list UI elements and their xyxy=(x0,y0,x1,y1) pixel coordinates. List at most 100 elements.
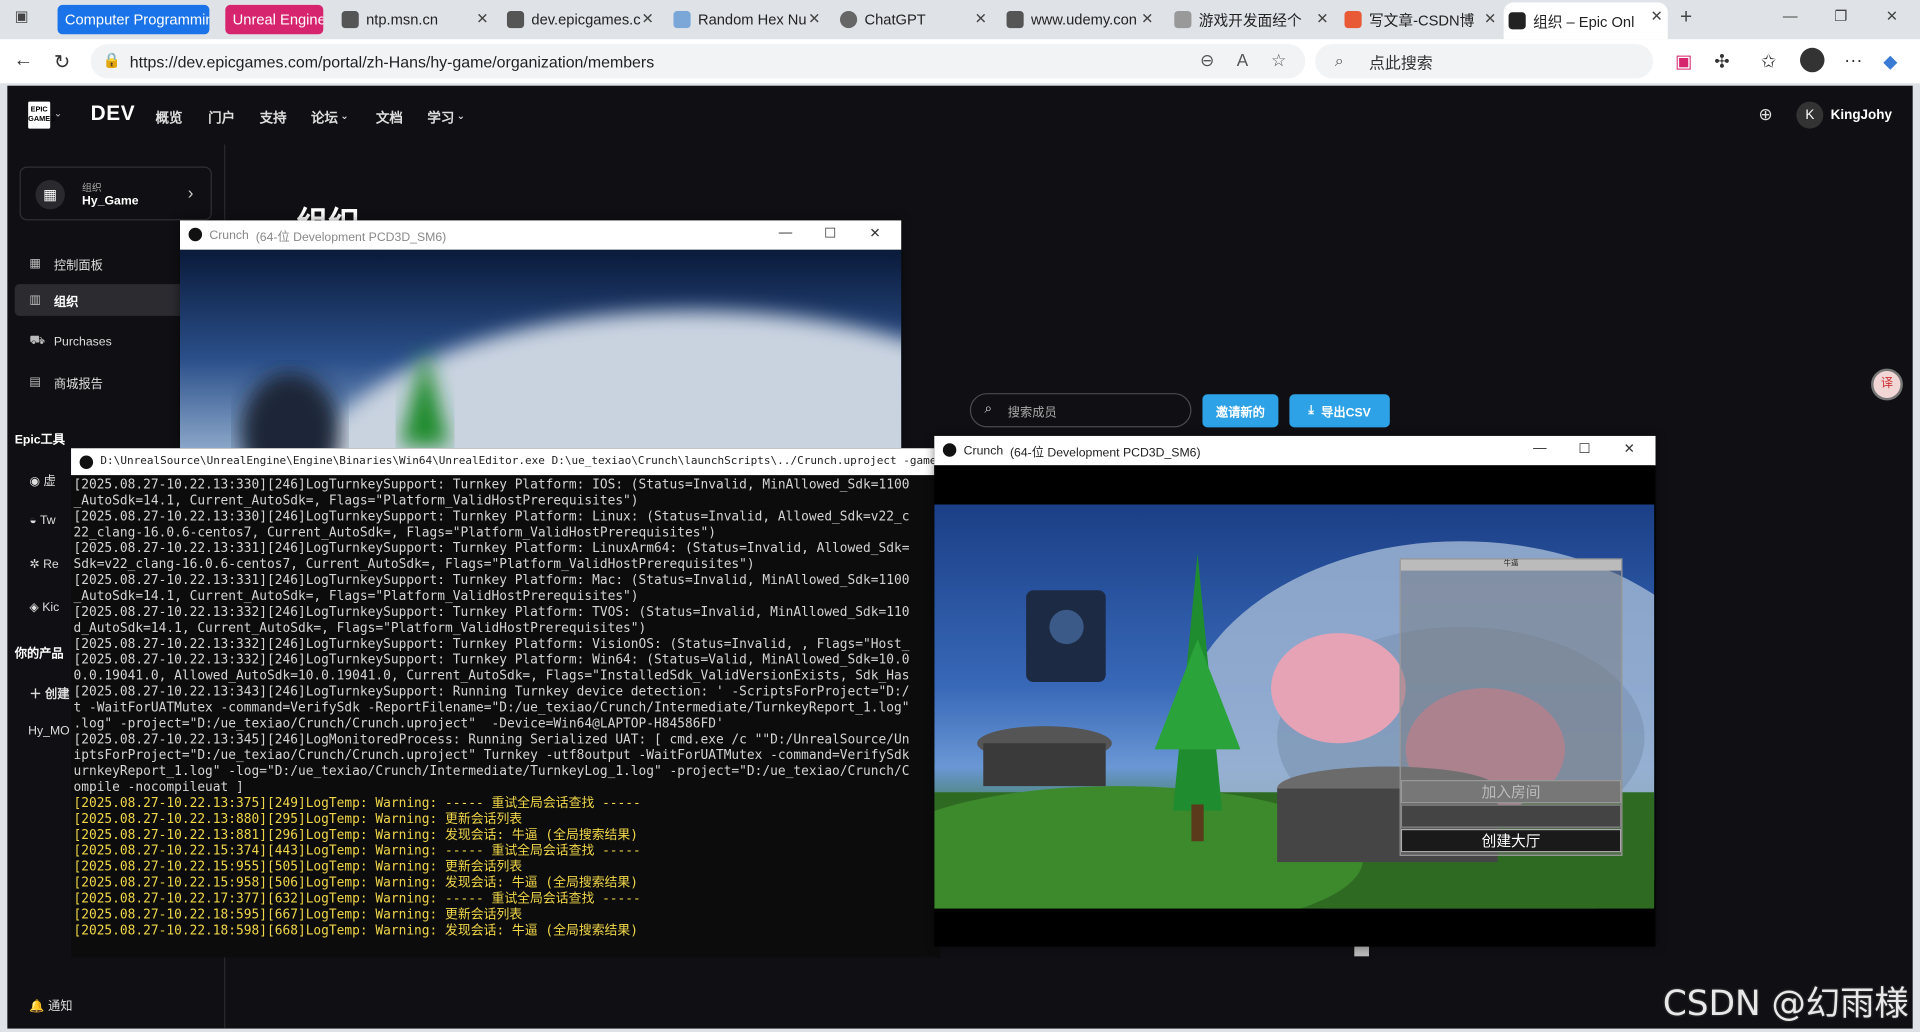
tool-label: Tw xyxy=(39,514,56,528)
new-tab-icon[interactable]: + xyxy=(1680,5,1692,29)
create-label: 创建 xyxy=(45,688,70,702)
export-csv-button[interactable]: ⤓ 导出CSV xyxy=(1289,394,1390,428)
products-header: 你的产品 xyxy=(14,647,64,662)
chevron-down-icon[interactable]: ⌄ xyxy=(340,110,348,121)
create-lobby-button[interactable]: 创建大厅 xyxy=(1400,828,1622,853)
game-area[interactable]: 牛逼 加入房间 创建大厅 xyxy=(934,465,1655,947)
globe-icon[interactable]: ⊕ xyxy=(1758,104,1772,125)
tab-actions-icon[interactable]: ▣ xyxy=(15,7,29,24)
member-search-placeholder: 搜索成员 xyxy=(1007,405,1057,420)
maximize-icon[interactable]: ☐ xyxy=(824,225,836,242)
tool-item[interactable]: ✲ Re xyxy=(29,558,58,571)
tab-ntp-msn[interactable]: ntp.msn.cn ✕ xyxy=(337,5,494,34)
session-name-input[interactable] xyxy=(1400,804,1622,828)
tab-epic-org[interactable]: 组织 – Epic Onl ✕ xyxy=(1503,2,1668,40)
profile-avatar[interactable] xyxy=(1800,47,1825,73)
invite-button[interactable]: 邀请新的 xyxy=(1202,394,1279,428)
close-icon[interactable]: ✕ xyxy=(808,10,820,27)
restore-icon[interactable]: ❐ xyxy=(1834,7,1847,24)
game-viewport-blurred[interactable] xyxy=(180,249,902,449)
sidebar-item-dashboard[interactable]: ▦ 控制面板 xyxy=(15,247,186,279)
page-icon xyxy=(1174,11,1192,29)
zoom-icon[interactable]: ⊖ xyxy=(1200,50,1214,71)
unreal-icon xyxy=(188,227,203,242)
building-icon: ▥ xyxy=(29,293,41,307)
favorites-icon[interactable]: ✩ xyxy=(1761,50,1776,72)
tab-chatgpt[interactable]: ChatGPT ✕ xyxy=(835,5,992,34)
maximize-icon[interactable]: ☐ xyxy=(1578,441,1590,457)
floating-assistant-icon[interactable]: 译 xyxy=(1871,368,1903,401)
close-icon[interactable]: ✕ xyxy=(1484,10,1496,27)
chevron-down-icon[interactable]: ⌄ xyxy=(54,108,62,119)
tab-dev-epicgames[interactable]: dev.epicgames.c ✕ xyxy=(502,5,659,34)
refresh-icon[interactable]: ↻ xyxy=(54,50,70,74)
org-switcher[interactable]: ▦ 组织 Hy_Game › xyxy=(19,166,212,221)
close-icon[interactable]: ✕ xyxy=(476,10,488,27)
nav-support[interactable]: 支持 xyxy=(260,108,287,128)
epic-logo[interactable]: EPIC GAMES xyxy=(28,101,55,129)
chatgpt-icon xyxy=(840,11,858,29)
close-icon[interactable]: ✕ xyxy=(1316,10,1328,27)
minimize-icon[interactable]: — xyxy=(779,225,792,240)
join-room-button[interactable]: 加入房间 xyxy=(1400,780,1622,804)
more-icon[interactable]: ··· xyxy=(1844,50,1862,71)
tool-item[interactable]: ◈ Kic xyxy=(29,601,59,614)
username[interactable]: KingJohy xyxy=(1831,108,1892,123)
avatar[interactable]: K xyxy=(1796,101,1824,129)
nav-docs[interactable]: 文档 xyxy=(376,108,403,128)
console-line: Sdk=v22_clang-16.0.6-centos7, Current_Au… xyxy=(73,557,755,572)
tab-udemy[interactable]: www.udemy.con ✕ xyxy=(1002,5,1159,34)
close-icon[interactable]: ✕ xyxy=(1624,441,1635,457)
notifications-item[interactable]: 🔔 通知 xyxy=(29,996,72,1013)
close-icon[interactable]: ✕ xyxy=(975,10,987,27)
minimize-icon[interactable]: — xyxy=(1783,7,1798,24)
translate-icon[interactable]: ▣ xyxy=(1675,50,1692,72)
tab-random-hex[interactable]: Random Hex Nu ✕ xyxy=(669,5,826,34)
url-text[interactable]: https://dev.epicgames.com/portal/zh-Hans… xyxy=(130,52,654,70)
copilot-icon[interactable]: ◆ xyxy=(1883,50,1897,72)
minimize-icon[interactable]: — xyxy=(1533,441,1546,456)
game-window-front[interactable]: Crunch (64-位 Development PCD3D_SM6) — ☐ … xyxy=(934,435,1656,947)
back-icon[interactable]: ← xyxy=(13,50,33,72)
tab-unreal-engine[interactable]: Unreal Engine xyxy=(225,4,324,35)
close-icon[interactable]: ✕ xyxy=(1651,7,1663,24)
tab-computer-programming[interactable]: Computer Programmin xyxy=(57,4,210,35)
close-icon[interactable]: ✕ xyxy=(869,225,880,242)
tab-game-dev[interactable]: 游戏开发面经个 ✕ xyxy=(1169,5,1333,34)
chevron-down-icon[interactable]: ⌄ xyxy=(457,110,465,121)
close-icon[interactable]: ✕ xyxy=(642,10,654,27)
create-product-button[interactable]: ＋ 创建 xyxy=(29,683,69,701)
read-aloud-icon[interactable]: A xyxy=(1237,50,1248,70)
favorite-star-icon[interactable]: ☆ xyxy=(1271,50,1286,71)
tool-item[interactable]: ◉ 虚 xyxy=(29,470,55,488)
product-item[interactable]: Hy_MO xyxy=(28,725,70,738)
window-titlebar[interactable]: Crunch (64-位 Development PCD3D_SM6) — ☐ … xyxy=(934,435,1656,466)
browser-search[interactable]: ⌕ 点此搜索 xyxy=(1315,44,1654,79)
game-window-back[interactable]: Crunch (64-位 Development PCD3D_SM6) — ☐ … xyxy=(180,220,902,449)
sidebar-item-store-report[interactable]: ▤ 商城报告 xyxy=(15,366,186,398)
sidebar-item-organization[interactable]: ▥ 组织 xyxy=(14,284,187,316)
tool-item[interactable]: ◒ Tw xyxy=(29,514,55,527)
address-bar[interactable]: 🔒 https://dev.epicgames.com/portal/zh-Ha… xyxy=(90,44,1306,79)
console-line: d_AutoSdk=14.1, Current_AutoSdk=, Flags=… xyxy=(73,620,647,636)
console-log: [2025.08.27-10.22.13:330][246]LogTurnkey… xyxy=(73,478,940,940)
tab-csdn[interactable]: 写文章-CSDN博 ✕ xyxy=(1340,5,1502,34)
nav-overview[interactable]: 概览 xyxy=(156,108,183,128)
nav-forum[interactable]: 论坛 xyxy=(311,108,338,128)
close-icon[interactable]: ✕ xyxy=(1141,10,1153,27)
sidebar-item-label: Purchases xyxy=(53,334,112,349)
game-viewport[interactable]: 牛逼 加入房间 创建大厅 xyxy=(934,504,1655,909)
close-window-icon[interactable]: ✕ xyxy=(1886,7,1898,24)
sidebar-item-purchases[interactable]: ⛟ Purchases xyxy=(15,326,186,358)
console-scrollbar[interactable] xyxy=(1354,945,1369,957)
window-titlebar[interactable]: Crunch (64-位 Development PCD3D_SM6) — ☐ … xyxy=(180,220,902,250)
dev-brand[interactable]: DEV xyxy=(91,102,136,126)
session-name[interactable]: 牛逼 xyxy=(1400,559,1622,571)
nav-learn[interactable]: 学习 xyxy=(427,108,454,128)
console-window[interactable]: D:\UnrealSource\UnrealEngine\Engine\Bina… xyxy=(71,448,941,958)
member-search-input[interactable]: ⌕ 搜索成员 xyxy=(969,393,1192,428)
console-line: _AutoSdk=14.1, Current_AutoSdk=, Flags="… xyxy=(73,588,639,604)
nav-portal[interactable]: 门户 xyxy=(208,108,235,128)
window-titlebar[interactable]: D:\UnrealSource\UnrealEngine\Engine\Bina… xyxy=(71,448,941,476)
extensions-icon[interactable]: ✣ xyxy=(1714,50,1729,72)
